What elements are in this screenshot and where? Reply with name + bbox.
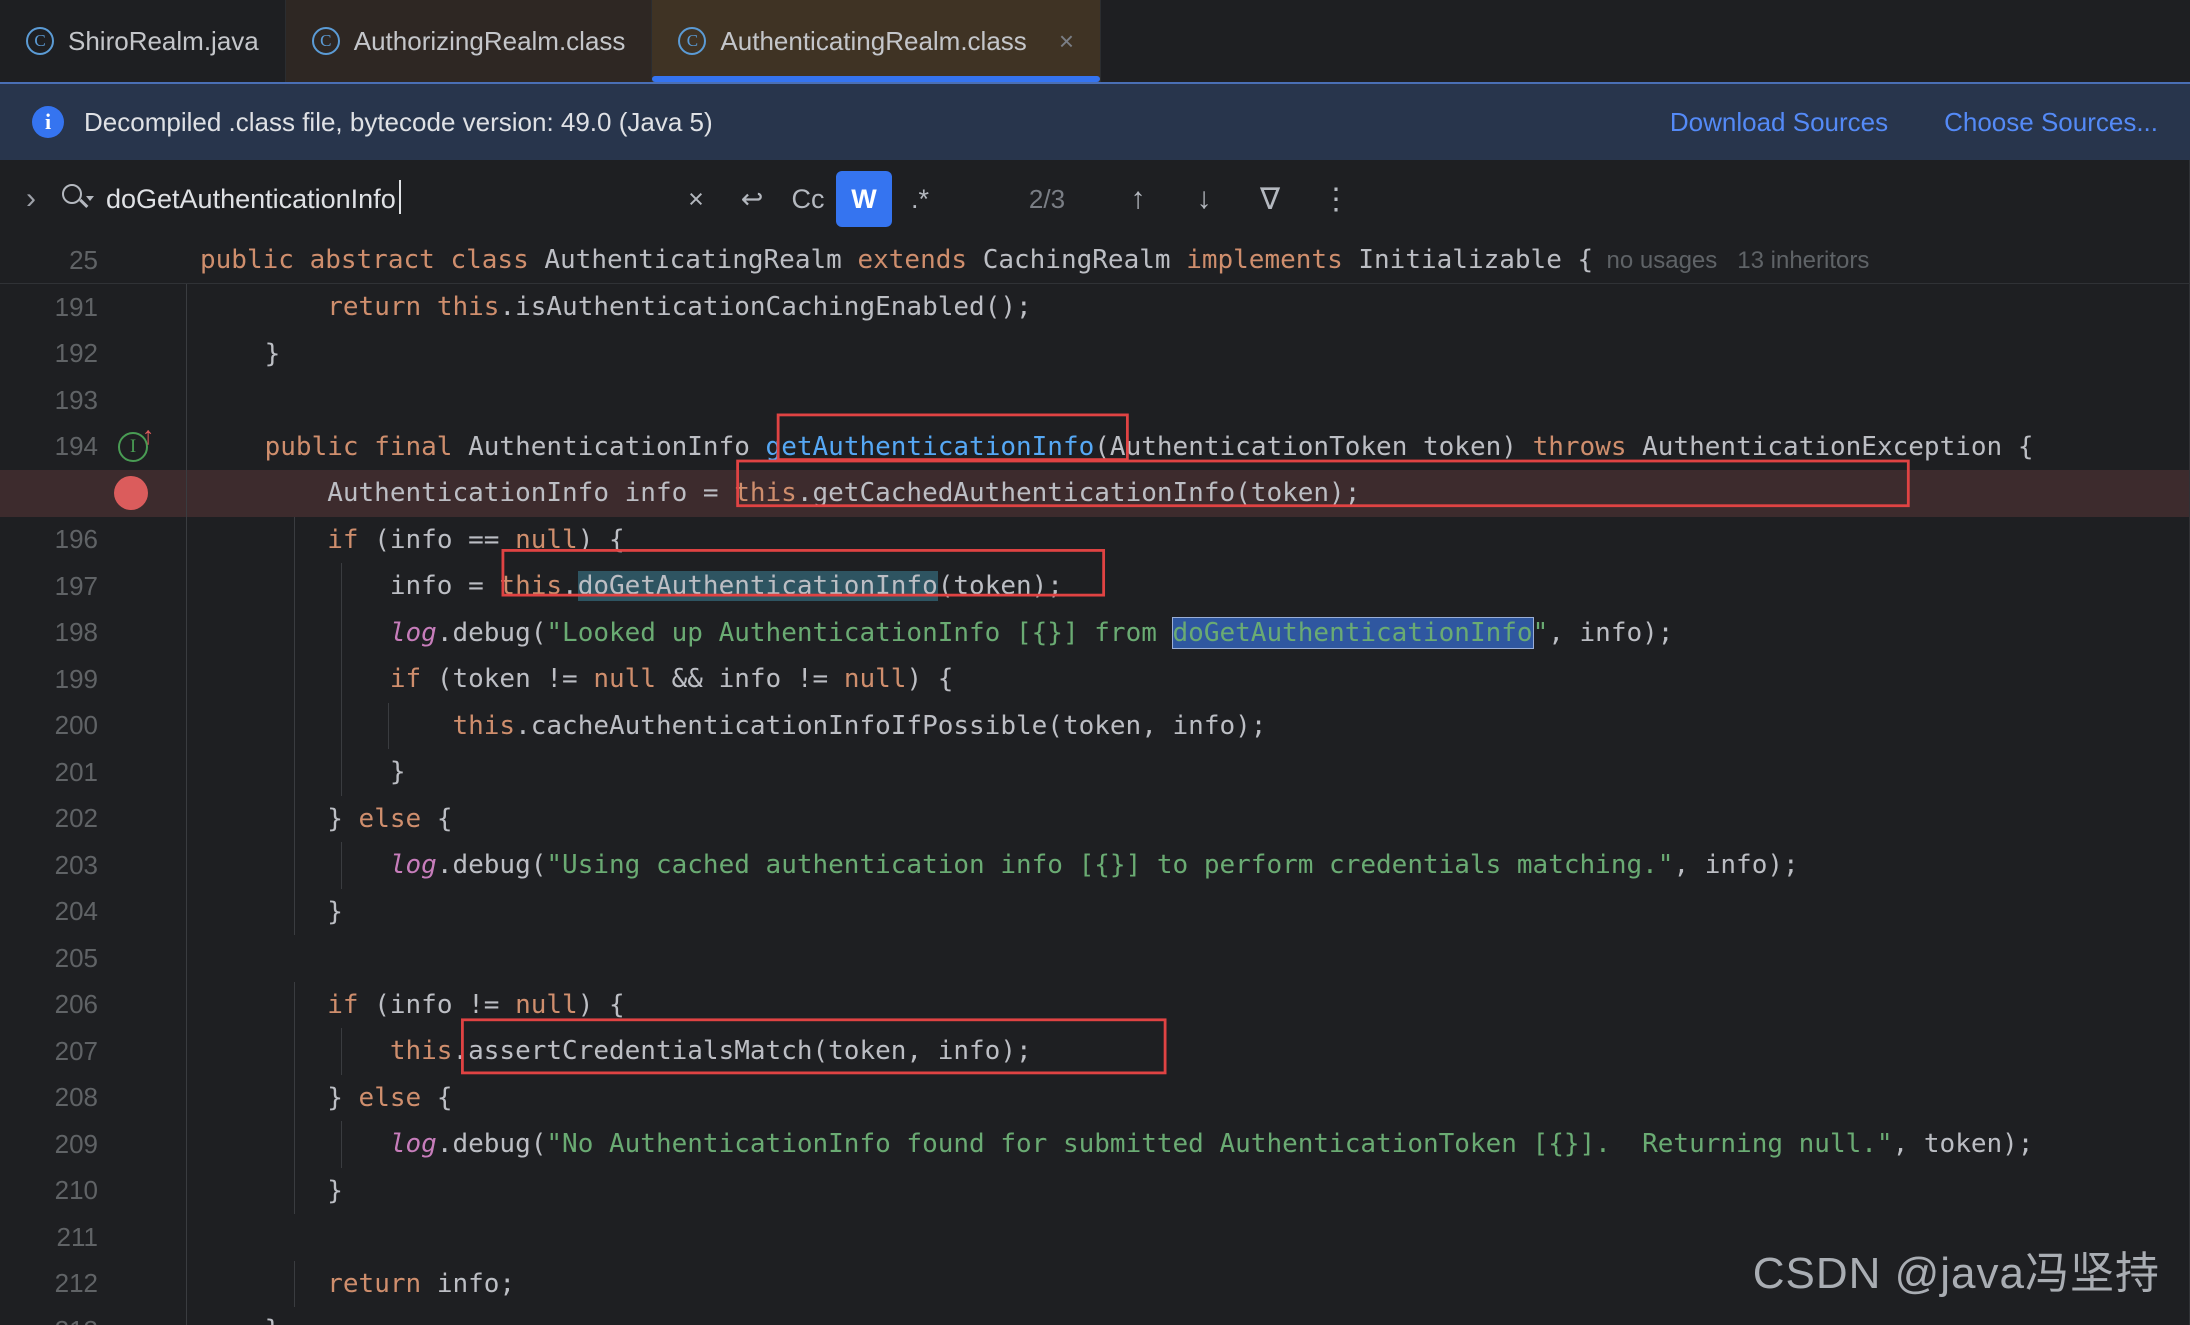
ide-window: C ShiroRealm.java C AuthorizingRealm.cla…: [0, 0, 2190, 1325]
annot-assert-credentials-match: [461, 1018, 1167, 1075]
csdn-watermark: CSDN @java冯坚持: [1752, 1249, 2160, 1298]
annot-get-cached-authentication-info: [736, 459, 1910, 508]
annot-do-get-authentication-info: [501, 549, 1106, 597]
annot-get-authentication-info: [776, 413, 1129, 462]
annotation-layer: [0, 0, 2190, 1325]
